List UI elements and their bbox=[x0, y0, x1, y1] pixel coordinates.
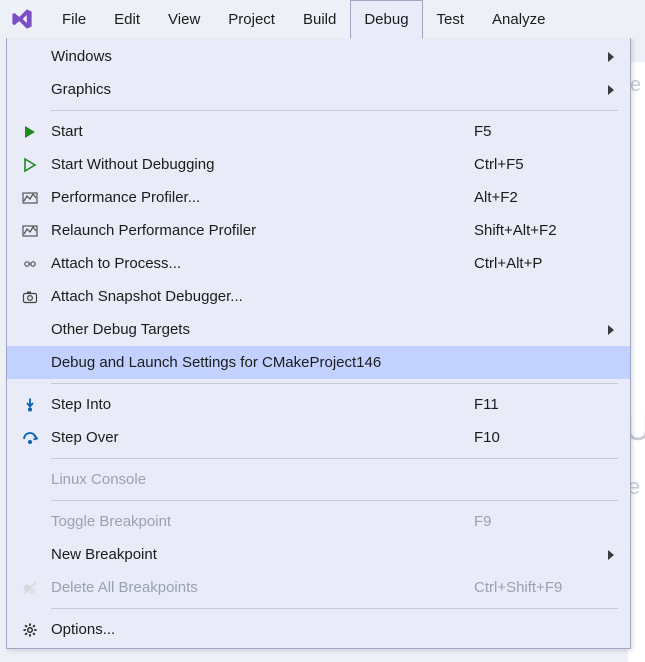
menuitem-label: New Breakpoint bbox=[43, 546, 474, 563]
menu-test[interactable]: Test bbox=[423, 0, 479, 38]
menuitem-graphics[interactable]: Graphics bbox=[7, 73, 630, 106]
menu-separator bbox=[51, 110, 618, 111]
menu-label: Build bbox=[303, 11, 336, 28]
snapshot-icon bbox=[17, 289, 43, 305]
menu-label: Debug bbox=[364, 11, 408, 28]
menuitem-label: Debug and Launch Settings for CMakeProje… bbox=[43, 354, 474, 371]
submenu-arrow-icon bbox=[604, 85, 618, 95]
menuitem-label: Attach to Process... bbox=[43, 255, 474, 272]
menu-project[interactable]: Project bbox=[214, 0, 289, 38]
submenu-arrow-icon bbox=[604, 52, 618, 62]
menuitem-shortcut: Ctrl+F5 bbox=[474, 156, 604, 173]
menuitem-performance-profiler[interactable]: Performance Profiler...Alt+F2 bbox=[7, 181, 630, 214]
menu-build[interactable]: Build bbox=[289, 0, 350, 38]
menuitem-start[interactable]: StartF5 bbox=[7, 115, 630, 148]
submenu-arrow-icon bbox=[604, 325, 618, 335]
menubar-container: File Edit View Project Build Debug Test Analyze bbox=[0, 0, 645, 38]
menu-edit[interactable]: Edit bbox=[100, 0, 154, 38]
menuitem-label: Options... bbox=[43, 621, 474, 638]
menuitem-debug-and-launch-settings-for-cmakeproject146[interactable]: Debug and Launch Settings for CMakeProje… bbox=[7, 346, 630, 379]
menu-label: Project bbox=[228, 11, 275, 28]
menuitem-label: Toggle Breakpoint bbox=[43, 513, 474, 530]
menuitem-other-debug-targets[interactable]: Other Debug Targets bbox=[7, 313, 630, 346]
menuitem-start-without-debugging[interactable]: Start Without DebuggingCtrl+F5 bbox=[7, 148, 630, 181]
menuitem-shortcut: F11 bbox=[474, 396, 604, 413]
menu-separator bbox=[51, 458, 618, 459]
menu-separator bbox=[51, 500, 618, 501]
submenu-arrow-icon bbox=[604, 550, 618, 560]
start-outline-icon bbox=[17, 157, 43, 173]
menu-debug[interactable]: Debug bbox=[350, 0, 422, 39]
menuitem-label: Relaunch Performance Profiler bbox=[43, 222, 474, 239]
menuitem-shortcut: F9 bbox=[474, 513, 604, 530]
menuitem-shortcut: F10 bbox=[474, 429, 604, 446]
menuitem-shortcut: Ctrl+Alt+P bbox=[474, 255, 604, 272]
step-over-icon bbox=[17, 430, 43, 446]
menuitem-label: Start bbox=[43, 123, 474, 140]
menu-view[interactable]: View bbox=[154, 0, 214, 38]
menuitem-relaunch-performance-profiler[interactable]: Relaunch Performance ProfilerShift+Alt+F… bbox=[7, 214, 630, 247]
menu-label: View bbox=[168, 11, 200, 28]
menuitem-delete-all-breakpoints: Delete All BreakpointsCtrl+Shift+F9 bbox=[7, 571, 630, 604]
debug-menu-dropdown: WindowsGraphicsStartF5Start Without Debu… bbox=[6, 37, 631, 649]
step-into-icon bbox=[17, 397, 43, 413]
menuitem-step-over[interactable]: Step OverF10 bbox=[7, 421, 630, 454]
menuitem-toggle-breakpoint: Toggle BreakpointF9 bbox=[7, 505, 630, 538]
menu-label: Test bbox=[437, 11, 465, 28]
menuitem-options[interactable]: Options... bbox=[7, 613, 630, 646]
menu-label: File bbox=[62, 11, 86, 28]
menu-label: Analyze bbox=[492, 11, 545, 28]
menuitem-windows[interactable]: Windows bbox=[7, 40, 630, 73]
menuitem-label: Delete All Breakpoints bbox=[43, 579, 474, 596]
menubar: File Edit View Project Build Debug Test Analyze bbox=[48, 0, 559, 38]
menuitem-label: Linux Console bbox=[43, 471, 474, 488]
start-icon bbox=[17, 124, 43, 140]
menuitem-label: Other Debug Targets bbox=[43, 321, 474, 338]
menuitem-step-into[interactable]: Step IntoF11 bbox=[7, 388, 630, 421]
menu-analyze[interactable]: Analyze bbox=[478, 0, 559, 38]
menuitem-label: Step Into bbox=[43, 396, 474, 413]
menuitem-linux-console: Linux Console bbox=[7, 463, 630, 496]
del-bp-icon bbox=[17, 580, 43, 596]
menuitem-label: Start Without Debugging bbox=[43, 156, 474, 173]
menuitem-shortcut: F5 bbox=[474, 123, 604, 140]
perf-icon bbox=[17, 190, 43, 206]
menuitem-new-breakpoint[interactable]: New Breakpoint bbox=[7, 538, 630, 571]
menuitem-shortcut: Ctrl+Shift+F9 bbox=[474, 579, 604, 596]
gear-icon bbox=[17, 622, 43, 638]
menuitem-label: Step Over bbox=[43, 429, 474, 446]
attach-icon bbox=[17, 256, 43, 272]
menuitem-attach-snapshot-debugger[interactable]: Attach Snapshot Debugger... bbox=[7, 280, 630, 313]
menuitem-label: Graphics bbox=[43, 81, 474, 98]
vs-logo-icon bbox=[10, 7, 34, 31]
menu-separator bbox=[51, 383, 618, 384]
menu-file[interactable]: File bbox=[48, 0, 100, 38]
menuitem-attach-to-process[interactable]: Attach to Process...Ctrl+Alt+P bbox=[7, 247, 630, 280]
perf-icon bbox=[17, 223, 43, 239]
menuitem-shortcut: Alt+F2 bbox=[474, 189, 604, 206]
menuitem-label: Performance Profiler... bbox=[43, 189, 474, 206]
menu-separator bbox=[51, 608, 618, 609]
menuitem-shortcut: Shift+Alt+F2 bbox=[474, 222, 604, 239]
menu-label: Edit bbox=[114, 11, 140, 28]
menuitem-label: Attach Snapshot Debugger... bbox=[43, 288, 474, 305]
menuitem-label: Windows bbox=[43, 48, 474, 65]
